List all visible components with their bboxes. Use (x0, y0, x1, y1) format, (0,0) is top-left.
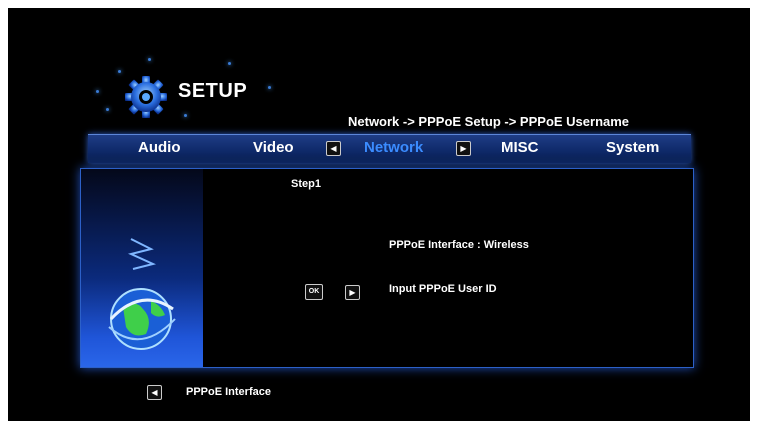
network-illustration (81, 169, 203, 367)
tab-video[interactable]: Video (253, 139, 294, 156)
input-user-id-prompt[interactable]: Input PPPoE User ID (389, 283, 497, 295)
tab-network[interactable]: Network (364, 139, 423, 156)
chevron-left-icon[interactable]: ◀ (326, 141, 341, 156)
decor-dot (106, 108, 109, 111)
tab-audio[interactable]: Audio (138, 139, 181, 156)
ok-button[interactable]: OK (305, 284, 323, 300)
chevron-left-icon[interactable]: ◀ (147, 385, 162, 400)
decor-dot (228, 62, 231, 65)
step-label: Step1 (291, 178, 321, 190)
interface-status: PPPoE Interface : Wireless (389, 239, 529, 251)
decor-dot (118, 70, 121, 73)
gear-icon (125, 76, 167, 118)
setup-header: SETUP (88, 50, 348, 130)
tv-screen: SETUP Network -> PPPoE Setup -> PPPoE Us… (8, 8, 750, 421)
tab-bar: Audio Video ◀ Network ▶ MISC System (88, 134, 691, 163)
page-title: SETUP (178, 80, 248, 102)
content-panel: Step1 PPPoE Interface : Wireless OK ▶ In… (80, 168, 694, 368)
decor-dot (268, 86, 271, 89)
globe-icon (108, 238, 176, 350)
chevron-right-icon[interactable]: ▶ (456, 141, 471, 156)
tab-misc[interactable]: MISC (501, 139, 539, 156)
decor-dot (184, 114, 187, 117)
decor-dot (148, 58, 151, 61)
decor-dot (96, 90, 99, 93)
chevron-right-icon[interactable]: ▶ (345, 285, 360, 300)
breadcrumb: Network -> PPPoE Setup -> PPPoE Username (348, 114, 630, 129)
back-to-interface[interactable]: PPPoE Interface (186, 386, 271, 398)
tab-system[interactable]: System (606, 139, 659, 156)
